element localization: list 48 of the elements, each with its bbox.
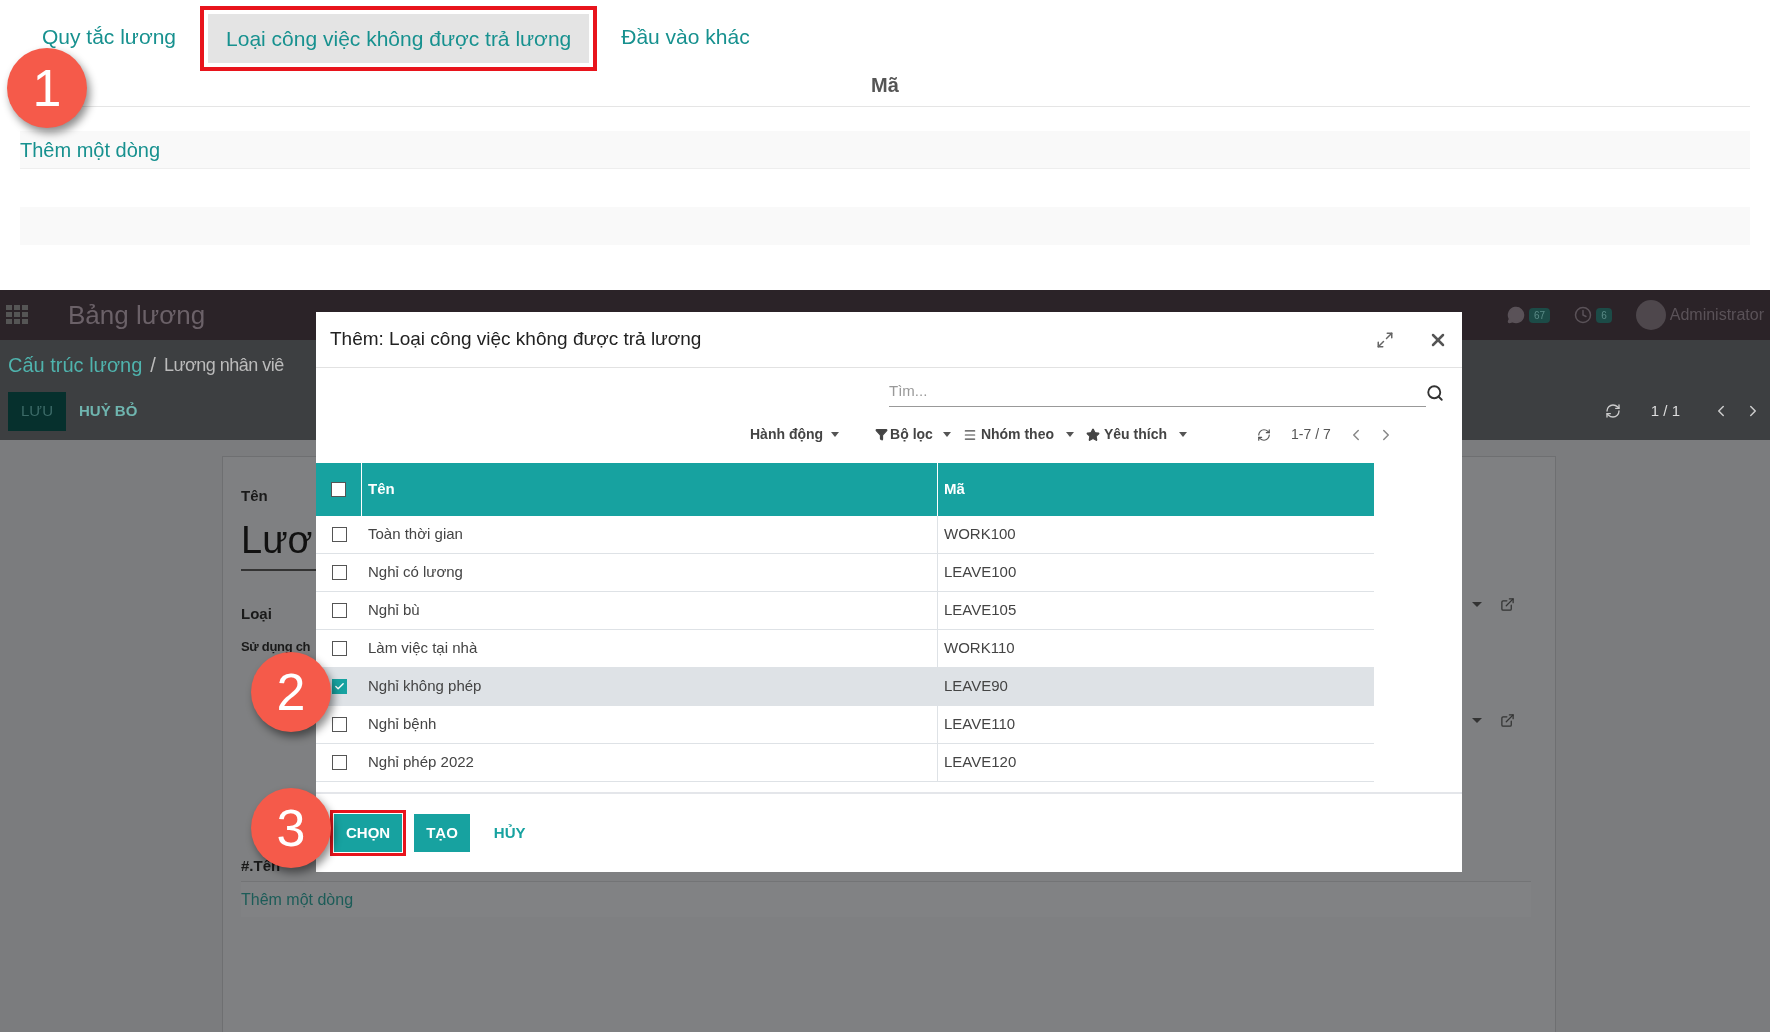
save-button[interactable]: LƯU	[8, 392, 66, 431]
table-cell: Làm việc tại nhà	[362, 629, 938, 667]
action-dropdown[interactable]: Hành động	[750, 424, 840, 445]
column-header[interactable]: Tên	[362, 462, 938, 516]
table-cell: Nghỉ phép 2022	[362, 743, 938, 781]
column-header[interactable]: Mã	[938, 462, 1374, 516]
table-cell-text: LEAVE105	[943, 599, 1018, 620]
field-label: Loại	[241, 603, 272, 624]
badge: 67	[1529, 307, 1551, 323]
table-cell-text: LEAVE120	[943, 751, 1018, 772]
breadcrumb-current: Lương nhân viê	[163, 353, 284, 377]
table-cell: Nghỉ bệnh	[362, 705, 938, 743]
pager: 1-7 / 7	[1291, 425, 1331, 444]
dialog-button[interactable]: TẠO	[414, 813, 470, 853]
table-cell: Nghỉ có lương	[362, 553, 938, 591]
favorites-dropdown[interactable]: Yêu thích	[1086, 424, 1187, 445]
tab[interactable]: Đầu vào khác	[619, 25, 752, 48]
table-row[interactable]: Nghỉ có lương LEAVE100	[316, 553, 1374, 592]
table-cell-text: WORK100	[943, 523, 1017, 544]
badge: 6	[1596, 307, 1612, 323]
app-title: Bảng lương	[68, 298, 206, 332]
dialog-button[interactable]: CHỌN	[334, 813, 403, 853]
add-line-link[interactable]: Thêm một dòng	[20, 139, 161, 160]
table-cell: Toàn thời gian	[362, 515, 938, 553]
tab[interactable]: Loại công việc không được trả lương	[208, 13, 590, 63]
group-by-dropdown[interactable]: Nhóm theo	[962, 424, 1074, 445]
search-field[interactable]: Tìm...	[889, 380, 1426, 407]
breadcrumb-link[interactable]: Cấu trúc lương	[8, 350, 143, 380]
dialog-button[interactable]: HỦY	[481, 813, 538, 853]
table-row[interactable]: Nghỉ phép 2022 LEAVE120	[316, 743, 1374, 782]
table-cell-text: LEAVE110	[943, 713, 1017, 734]
table-cell-text: LEAVE90	[943, 675, 1009, 696]
table-row[interactable]: Nghỉ bù LEAVE105	[316, 591, 1374, 630]
table-cell: Nghỉ bù	[362, 591, 938, 629]
table-cell: Nghỉ không phép	[362, 667, 938, 705]
field-label: Tên	[241, 486, 268, 506]
step-badge: 1	[7, 48, 87, 128]
breadcrumb-separator: /	[150, 353, 156, 378]
dialog-title: Thêm: Loại công việc không được trả lương	[330, 327, 702, 352]
pager: 1 / 1	[1650, 401, 1680, 421]
tab[interactable]: Quy tắc lương	[40, 25, 179, 48]
table-row[interactable]: Toàn thời gian WORK100	[316, 515, 1374, 554]
discard-button[interactable]: HUỶ BỎ	[66, 392, 151, 431]
filter-dropdown[interactable]: Bộ lọc	[875, 424, 951, 445]
column-header: #.Tên	[241, 855, 281, 876]
column-header: Mã	[871, 73, 899, 98]
table-cell-text: LEAVE100	[943, 561, 1018, 582]
table-cell-text: WORK110	[943, 637, 1016, 658]
